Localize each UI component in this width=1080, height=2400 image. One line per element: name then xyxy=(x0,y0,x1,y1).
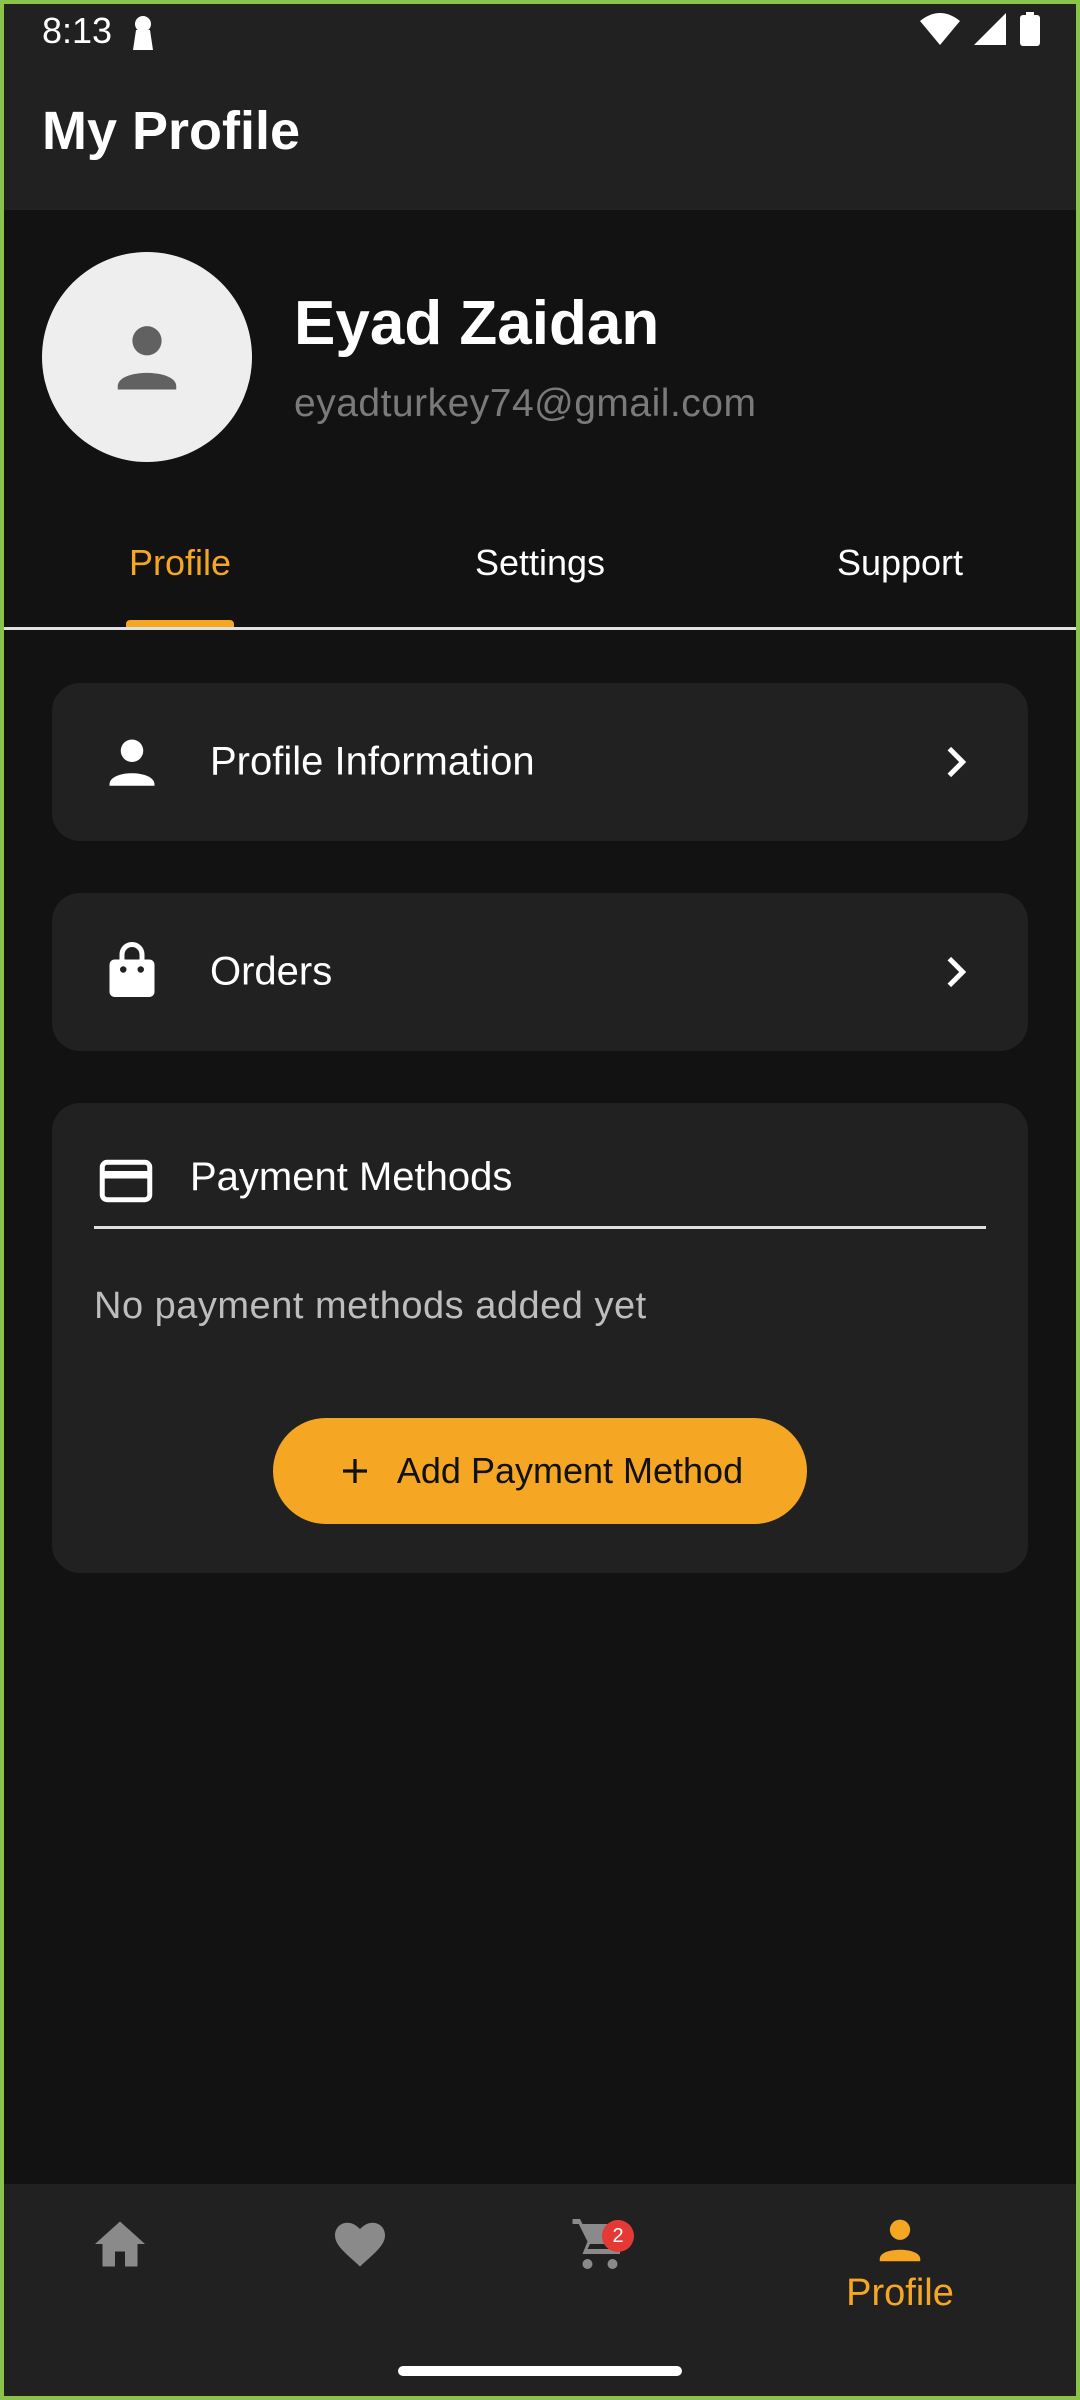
nav-profile[interactable]: Profile xyxy=(840,2214,960,2334)
profile-tabs: Profile Settings Support xyxy=(0,520,1080,630)
divider xyxy=(94,1226,986,1229)
signal-icon xyxy=(974,13,1006,45)
profile-information-card[interactable]: Profile Information xyxy=(52,683,1028,841)
payment-methods-title: Payment Methods xyxy=(190,1155,513,1199)
status-bar: 8:13 xyxy=(0,0,1080,60)
heart-icon xyxy=(335,2222,385,2267)
profile-information-label: Profile Information xyxy=(210,739,535,784)
battery-icon xyxy=(1020,12,1040,46)
avatar[interactable] xyxy=(42,252,252,462)
nav-favorites[interactable] xyxy=(300,2214,420,2334)
home-indicator xyxy=(398,2366,682,2376)
add-payment-method-button[interactable]: Add Payment Method xyxy=(273,1418,807,1524)
status-icons xyxy=(920,12,1040,46)
user-name: Eyad Zaidan xyxy=(294,289,660,358)
payment-empty-text: No payment methods added yet xyxy=(94,1285,647,1327)
orders-label: Orders xyxy=(210,949,333,994)
tab-support[interactable]: Support xyxy=(720,542,1080,584)
payment-methods-card: Payment Methods No payment methods added… xyxy=(52,1103,1028,1573)
page-title: My Profile xyxy=(42,101,301,161)
chevron-right-icon xyxy=(947,746,967,778)
home-icon xyxy=(95,2221,145,2267)
tab-profile[interactable]: Profile xyxy=(0,542,360,584)
shopping-bag-icon xyxy=(109,942,155,997)
top-app-bar: 8:13 My Profile xyxy=(0,0,1080,210)
nav-home[interactable] xyxy=(60,2214,180,2334)
nav-profile-label: Profile xyxy=(846,2272,954,2314)
person-icon xyxy=(109,739,155,786)
plus-icon xyxy=(342,1459,367,1483)
tab-indicator xyxy=(126,620,234,627)
tab-settings[interactable]: Settings xyxy=(360,542,720,584)
orders-card[interactable]: Orders xyxy=(52,893,1028,1051)
cart-badge: 2 xyxy=(602,2220,634,2252)
user-email: eyadturkey74@gmail.com xyxy=(294,382,757,425)
wifi-icon xyxy=(920,13,960,45)
nav-cart[interactable]: 2 xyxy=(540,2214,660,2334)
person-icon xyxy=(117,326,177,390)
credit-card-icon xyxy=(99,1159,153,1203)
chevron-right-icon xyxy=(947,956,967,988)
person-icon xyxy=(879,2219,921,2262)
keyhole-icon xyxy=(133,16,153,50)
status-time: 8:13 xyxy=(42,10,113,51)
add-payment-method-label: Add Payment Method xyxy=(396,1450,744,1491)
